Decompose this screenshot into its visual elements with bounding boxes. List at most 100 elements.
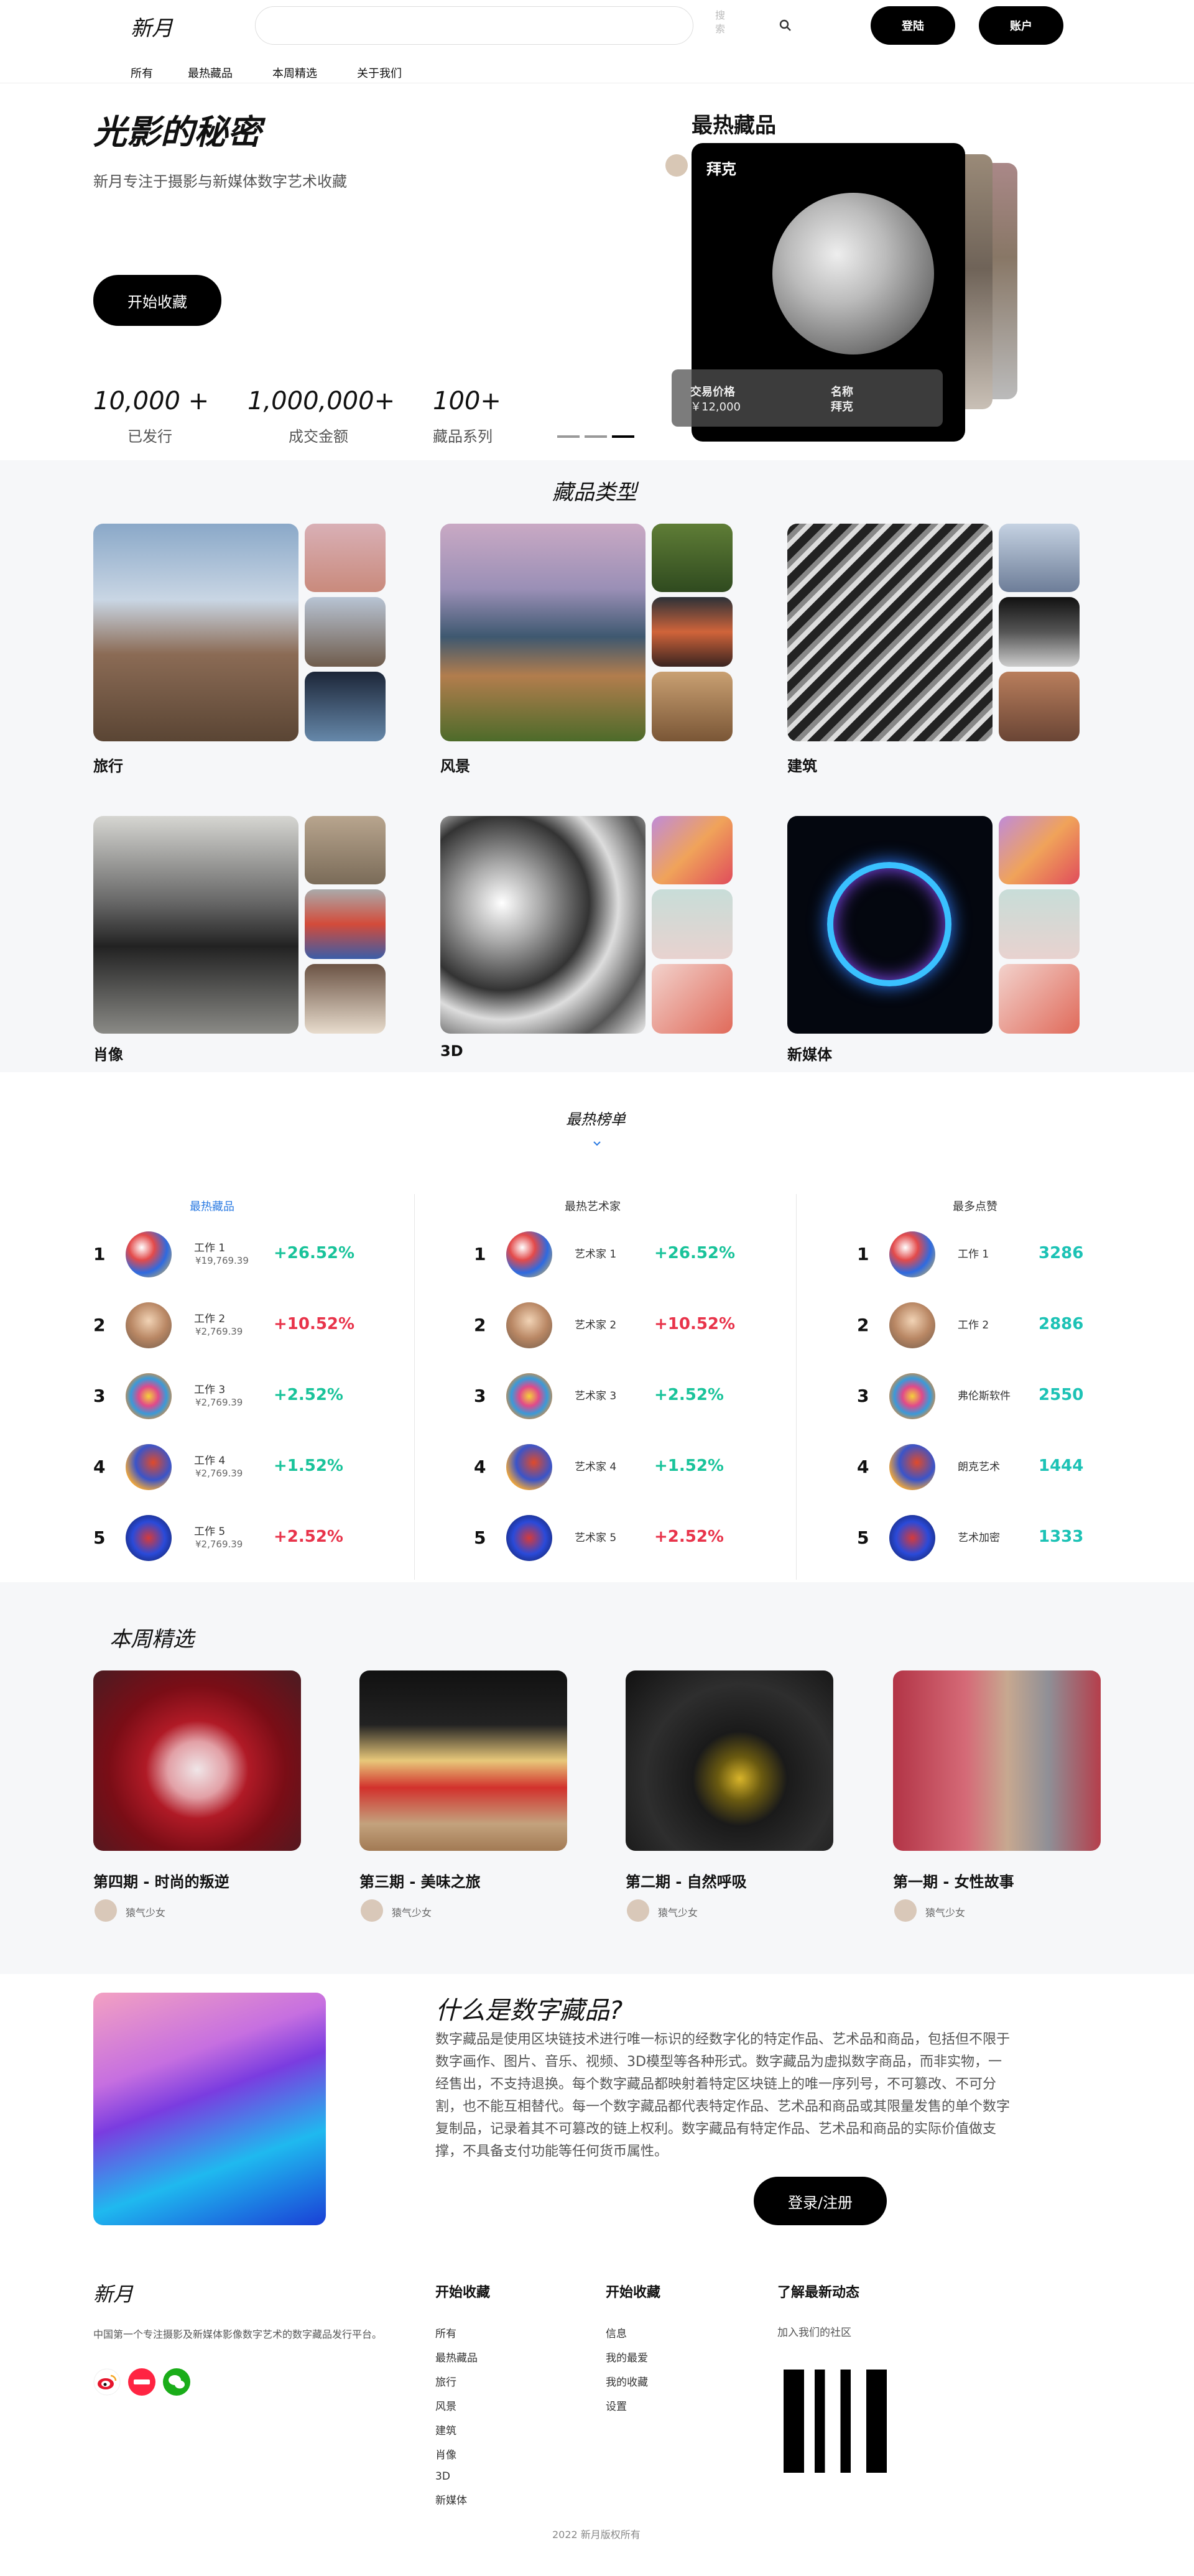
footer-logo[interactable]: 新月	[93, 2279, 133, 2307]
category-thumb	[652, 964, 733, 1034]
rank-item-price: ¥2,769.39	[195, 1468, 243, 1479]
category-main-image	[787, 524, 993, 741]
weekly-image	[93, 1670, 301, 1851]
footer-link[interactable]: 设置	[606, 2398, 648, 2413]
weibo-icon[interactable]	[93, 2368, 121, 2396]
stat-label-issued: 已发行	[127, 428, 172, 445]
nav-item-hot[interactable]: 最热藏品	[188, 65, 233, 81]
rank-avatar	[889, 1373, 935, 1419]
category-thumb	[305, 889, 386, 959]
xiaohongshu-icon[interactable]	[128, 2368, 155, 2396]
copyright: 2022 新月版权所有	[552, 2529, 641, 2541]
rank-value: +1.52%	[274, 1457, 343, 1475]
rank-item-price: ¥2,769.39	[195, 1397, 243, 1408]
author-avatar	[361, 1899, 383, 1922]
footer-link[interactable]: 新媒体	[435, 2491, 478, 2507]
footer-tagline: 中国第一个专注摄影及新媒体影像数字艺术的数字藏品发行平台。	[93, 2328, 382, 2340]
site-logo[interactable]: 新月	[131, 11, 173, 42]
rank-avatar	[126, 1444, 172, 1490]
rank-item-name: 工作 1	[958, 1248, 989, 1261]
rank-item-price: ¥2,769.39	[195, 1539, 243, 1550]
carousel-dot-active[interactable]	[612, 435, 634, 438]
qr-code[interactable]	[784, 2370, 887, 2473]
rank-item-name: 工作 3	[194, 1384, 226, 1396]
rank-number: 4	[474, 1457, 486, 1477]
category-thumb	[999, 597, 1080, 667]
ranking-heading-hot-artists[interactable]: 最热艺术家	[565, 1198, 621, 1214]
footer-col3-subtitle: 加入我们的社区	[777, 2327, 851, 2339]
rank-item-name: 艺术家 1	[575, 1248, 617, 1261]
nav-item-about[interactable]: 关于我们	[357, 65, 402, 81]
footer-link[interactable]: 旅行	[435, 2373, 478, 2389]
footer-link[interactable]: 建筑	[435, 2422, 478, 2437]
stat-label-series: 藏品系列	[433, 428, 493, 445]
author-avatar	[894, 1899, 917, 1922]
search-icon[interactable]	[779, 19, 792, 32]
category-thumb	[652, 816, 733, 884]
search-input[interactable]	[255, 6, 693, 45]
category-thumb	[999, 964, 1080, 1034]
nav-item-weekly[interactable]: 本周精选	[272, 65, 317, 81]
category-main-image	[440, 816, 646, 1034]
start-collecting-button[interactable]: 开始收藏	[93, 275, 221, 326]
rank-number: 2	[93, 1315, 106, 1335]
rank-item-name: 朗克艺术	[958, 1461, 1000, 1473]
weekly-item-author: 猿气少女	[658, 1907, 698, 1919]
rank-avatar	[889, 1515, 935, 1561]
rank-avatar	[506, 1231, 552, 1277]
featured-avatar	[665, 154, 688, 177]
nav-item-all[interactable]: 所有	[131, 65, 153, 81]
moon-image	[772, 193, 934, 354]
rank-value: +10.52%	[274, 1315, 355, 1333]
featured-artist: 拜克	[706, 160, 736, 178]
ranking-heading-most-liked[interactable]: 最多点赞	[953, 1198, 997, 1214]
stat-value-series: 100+	[433, 387, 501, 415]
login-register-button[interactable]: 登录/注册	[754, 2177, 887, 2225]
footer-link[interactable]: 肖像	[435, 2446, 478, 2462]
ranking-divider	[796, 1194, 797, 1580]
carousel-dot[interactable]	[557, 435, 580, 438]
rank-number: 1	[474, 1244, 486, 1264]
ring-glow	[827, 862, 951, 986]
author-avatar	[627, 1899, 649, 1922]
search-button-label[interactable]: 搜索	[715, 9, 726, 36]
site-header: 新月 搜索 登陆 账户 所有 最热藏品 本周精选 关于我们	[0, 0, 1194, 83]
rank-value: +1.52%	[654, 1457, 724, 1475]
category-thumb	[305, 597, 386, 667]
carousel-dot[interactable]	[585, 435, 607, 438]
rank-item-name: 艺术加密	[958, 1532, 1000, 1544]
category-thumb	[999, 816, 1080, 884]
category-thumb	[652, 597, 733, 667]
stat-value-issued: 10,000 +	[93, 387, 210, 415]
weekly-item-author: 猿气少女	[392, 1907, 432, 1919]
footer-col1-links: 所有 最热藏品 旅行 风景 建筑 肖像 3D 新媒体	[435, 2325, 478, 2516]
ranking-heading-hot-items[interactable]: 最热藏品	[190, 1198, 234, 1214]
category-thumb	[999, 672, 1080, 741]
footer-link[interactable]: 最热藏品	[435, 2349, 478, 2365]
footer-link[interactable]: 我的收藏	[606, 2373, 648, 2389]
weekly-item-author: 猿气少女	[126, 1907, 166, 1919]
rank-item-name: 工作 1	[194, 1242, 226, 1254]
category-thumb	[999, 524, 1080, 592]
footer-link[interactable]: 风景	[435, 2398, 478, 2413]
category-label: 3D	[440, 1042, 463, 1060]
category-thumb	[305, 964, 386, 1034]
rank-number: 3	[93, 1386, 106, 1406]
footer-link[interactable]: 我的最爱	[606, 2349, 648, 2365]
category-thumb	[652, 672, 733, 741]
rank-value: +26.52%	[654, 1244, 736, 1263]
footer-link[interactable]: 3D	[435, 2470, 478, 2483]
footer-link[interactable]: 信息	[606, 2325, 648, 2340]
weekly-image	[359, 1670, 567, 1851]
rank-avatar	[126, 1373, 172, 1419]
login-button[interactable]: 登陆	[871, 6, 955, 45]
rankings-title: 最热榜单	[566, 1111, 626, 1128]
wechat-icon[interactable]	[163, 2368, 190, 2396]
rank-number: 1	[93, 1244, 106, 1264]
chevron-down-icon[interactable]	[593, 1141, 601, 1147]
account-button[interactable]: 账户	[979, 6, 1063, 45]
rank-item-price: ¥2,769.39	[195, 1326, 243, 1337]
category-label: 旅行	[93, 758, 123, 775]
footer-link[interactable]: 所有	[435, 2325, 478, 2340]
rank-avatar	[506, 1302, 552, 1348]
